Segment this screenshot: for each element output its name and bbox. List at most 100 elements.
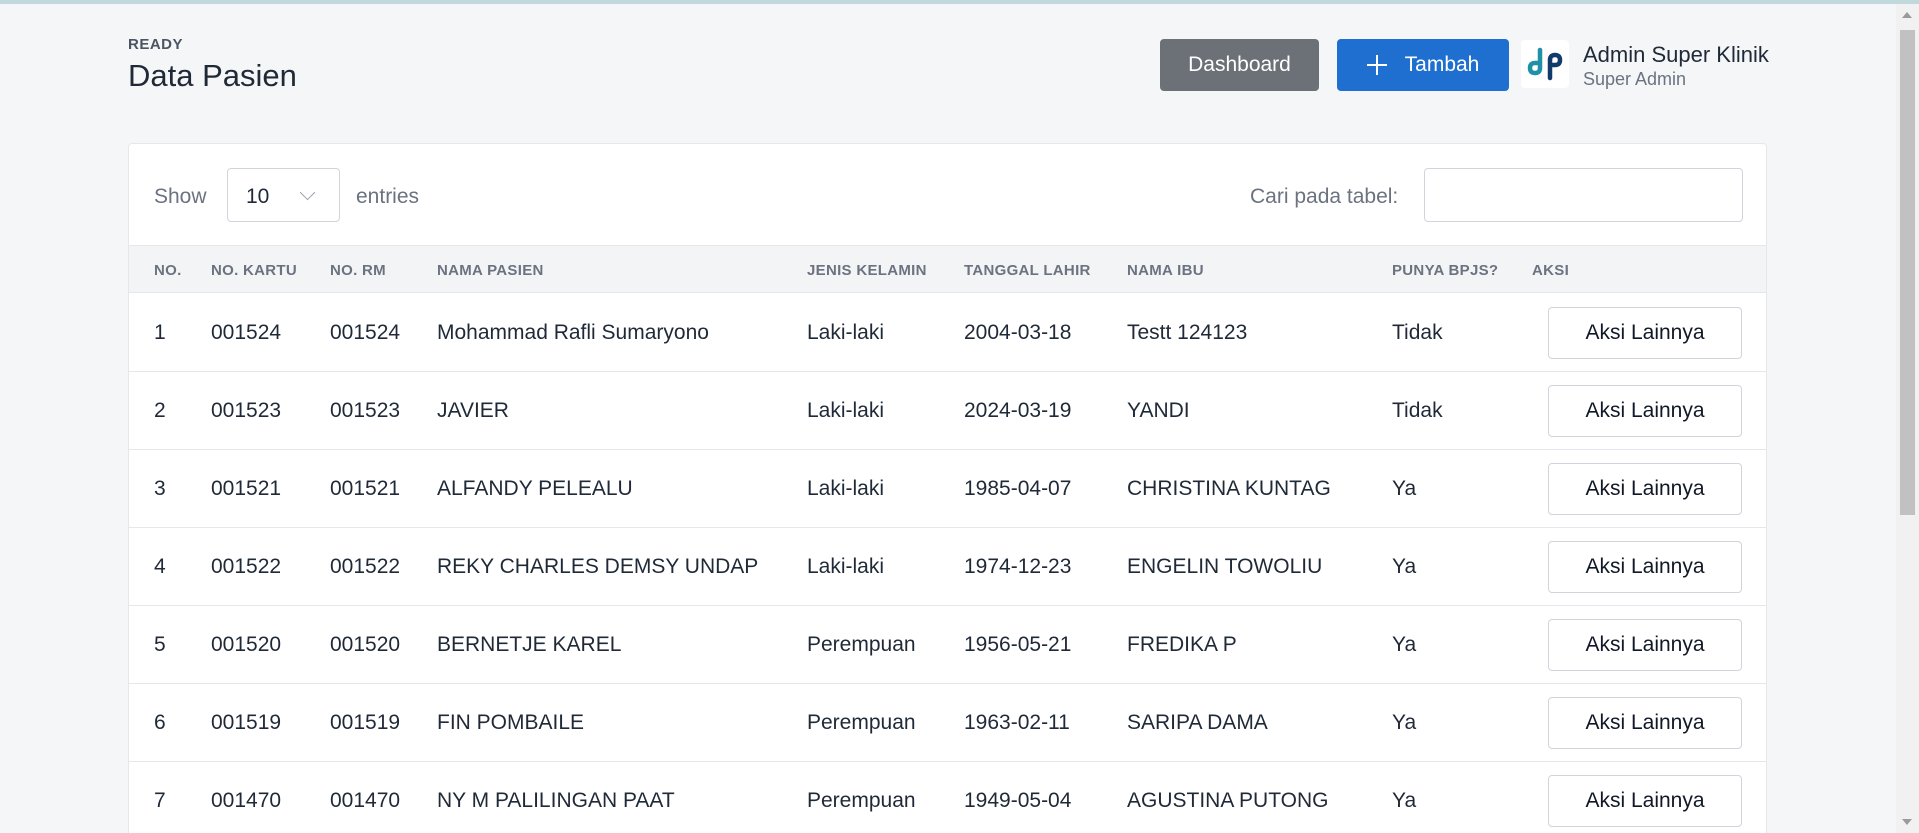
entries-label: entries: [356, 185, 420, 208]
cell-no-rm: 001470: [330, 789, 401, 812]
scrollbar-thumb[interactable]: [1900, 30, 1915, 515]
cell-punya-bpjs: Tidak: [1392, 321, 1443, 344]
plus-icon: [1366, 55, 1387, 75]
search-input[interactable]: [1424, 168, 1743, 222]
cell-tanggal-lahir: 1985-04-07: [964, 477, 1072, 500]
search-label: Cari pada tabel:: [1250, 185, 1399, 208]
column-header-punya-bpjs[interactable]: PUNYA BPJS?: [1392, 262, 1498, 279]
cell-tanggal-lahir: 2004-03-18: [964, 321, 1072, 344]
chevron-down-icon: [299, 184, 316, 201]
aksi-lainnya-button[interactable]: Aksi Lainnya: [1548, 619, 1742, 671]
page-viewport: READY Data Pasien Dashboard Tambah Admin…: [0, 4, 1896, 833]
cell-jenis-kelamin: Perempuan: [807, 711, 916, 734]
aksi-lainnya-button[interactable]: Aksi Lainnya: [1548, 775, 1742, 827]
cell-punya-bpjs: Ya: [1392, 711, 1417, 734]
dashboard-button-label: Dashboard: [1188, 53, 1291, 76]
cell-nama-pasien: ALFANDY PELEALU: [437, 477, 633, 500]
column-header-aksi: AKSI: [1532, 262, 1570, 279]
cell-no-rm: 001521: [330, 477, 401, 500]
cell-tanggal-lahir: 1974-12-23: [964, 555, 1072, 578]
cell-jenis-kelamin: Laki-laki: [807, 399, 885, 422]
cell-nama-ibu: AGUSTINA PUTONG: [1127, 789, 1329, 812]
avatar[interactable]: [1521, 40, 1569, 88]
cell-jenis-kelamin: Laki-laki: [807, 555, 885, 578]
cell-nama-pasien: Mohammad Rafli Sumaryono: [437, 321, 709, 344]
cell-jenis-kelamin: Laki-laki: [807, 477, 885, 500]
patient-table-card: Show 10 entries Cari pada tabel: NO. NO.…: [128, 143, 1767, 833]
show-label: Show: [154, 185, 207, 208]
cell-nama-ibu: Testt 124123: [1127, 321, 1248, 344]
table-row: 1 001524 001524 Mohammad Rafli Sumaryono Lak…: [129, 294, 1766, 372]
cell-nama-pasien: BERNETJE KAREL: [437, 633, 622, 656]
cell-punya-bpjs: Ya: [1392, 633, 1417, 656]
cell-tanggal-lahir: 1949-05-04: [964, 789, 1072, 812]
cell-no-kartu: 001523: [211, 399, 282, 422]
cell-punya-bpjs: Ya: [1392, 789, 1417, 812]
cell-punya-bpjs: Ya: [1392, 477, 1417, 500]
column-header-tanggal-lahir[interactable]: TANGGAL LAHIR: [964, 262, 1091, 279]
table-row: 2 001523 001523 JAVIER Laki-laki 2024-03-19 YA…: [129, 372, 1766, 450]
aksi-lainnya-button[interactable]: Aksi Lainnya: [1548, 307, 1742, 359]
cell-tanggal-lahir: 2024-03-19: [964, 399, 1072, 422]
cell-jenis-kelamin: Laki-laki: [807, 321, 885, 344]
cell-no-rm: 001520: [330, 633, 401, 656]
cell-no-rm: 001524: [330, 321, 401, 344]
aksi-lainnya-button[interactable]: Aksi Lainnya: [1548, 385, 1742, 437]
page-header: READY Data Pasien Dashboard Tambah Admin…: [128, 32, 1769, 102]
aksi-lainnya-button[interactable]: Aksi Lainnya: [1548, 697, 1742, 749]
cell-nama-ibu: FREDIKA P: [1127, 633, 1237, 656]
add-button-label: Tambah: [1404, 53, 1480, 76]
cell-tanggal-lahir: 1963-02-11: [964, 711, 1070, 734]
user-name[interactable]: Admin Super Klinik: [1583, 42, 1769, 68]
column-header-nama-pasien[interactable]: NAMA PASIEN: [437, 262, 544, 279]
table-row: 3 001521 001521 ALFANDY PELEALU Laki-laki 198…: [129, 450, 1766, 528]
cell-no: 5: [154, 633, 166, 656]
cell-nama-ibu: YANDI: [1127, 399, 1190, 422]
cell-no-rm: 001519: [330, 711, 401, 734]
cell-tanggal-lahir: 1956-05-21: [964, 633, 1072, 656]
cell-no: 7: [154, 789, 166, 812]
user-role: Super Admin: [1583, 69, 1687, 89]
cell-no-kartu: 001521: [211, 477, 282, 500]
cell-no: 3: [154, 477, 166, 500]
column-header-nama-ibu[interactable]: NAMA IBU: [1127, 262, 1204, 279]
vertical-scrollbar[interactable]: [1896, 4, 1919, 833]
status-label: READY: [128, 36, 184, 53]
table-row: 7 001470 001470 NY M PALILINGAN PAAT Perempu…: [129, 762, 1766, 833]
cell-punya-bpjs: Ya: [1392, 555, 1417, 578]
cell-jenis-kelamin: Perempuan: [807, 633, 916, 656]
cell-no: 6: [154, 711, 166, 734]
cell-punya-bpjs: Tidak: [1392, 399, 1443, 422]
cell-nama-ibu: SARIPA DAMA: [1127, 711, 1268, 734]
cell-no-kartu: 001524: [211, 321, 282, 344]
aksi-lainnya-button[interactable]: Aksi Lainnya: [1548, 463, 1742, 515]
aksi-lainnya-button[interactable]: Aksi Lainnya: [1548, 541, 1742, 593]
cell-jenis-kelamin: Perempuan: [807, 789, 916, 812]
table-row: 6 001519 001519 FIN POMBAILE Perempuan 1963-0…: [129, 684, 1766, 762]
cell-no: 1: [154, 321, 166, 344]
clinic-logo-icon: [1527, 47, 1563, 81]
cell-no-rm: 001523: [330, 399, 401, 422]
cell-nama-pasien: REKY CHARLES DEMSY UNDAP: [437, 555, 759, 578]
cell-no-kartu: 001519: [211, 711, 282, 734]
scroll-down-icon[interactable]: [1902, 819, 1912, 825]
cell-no: 2: [154, 399, 166, 422]
cell-nama-ibu: ENGELIN TOWOLIU: [1127, 555, 1323, 578]
add-patient-button[interactable]: Tambah: [1337, 39, 1509, 91]
page-title: Data Pasien: [128, 58, 297, 93]
column-header-jenis-kelamin[interactable]: JENIS KELAMIN: [807, 262, 927, 279]
table-row: 5 001520 001520 BERNETJE KAREL Perempuan 1956…: [129, 606, 1766, 684]
scroll-up-icon[interactable]: [1902, 12, 1912, 18]
cell-nama-pasien: FIN POMBAILE: [437, 711, 585, 734]
page-length-select[interactable]: 10: [227, 168, 340, 222]
dashboard-button[interactable]: Dashboard: [1160, 39, 1319, 91]
cell-no-rm: 001522: [330, 555, 401, 578]
column-header-no-kartu[interactable]: NO. KARTU: [211, 262, 297, 279]
table-header: NO. NO. KARTU NO. RM NAMA PASIEN JENIS K…: [129, 245, 1766, 293]
cell-nama-ibu: CHRISTINA KUNTAG: [1127, 477, 1331, 500]
table-row: 4 001522 001522 REKY CHARLES DEMSY UNDAP Lak…: [129, 528, 1766, 606]
column-header-no-rm[interactable]: NO. RM: [330, 262, 386, 279]
cell-nama-pasien: JAVIER: [437, 399, 509, 422]
column-header-no[interactable]: NO.: [154, 262, 182, 279]
cell-no-kartu: 001470: [211, 789, 282, 812]
